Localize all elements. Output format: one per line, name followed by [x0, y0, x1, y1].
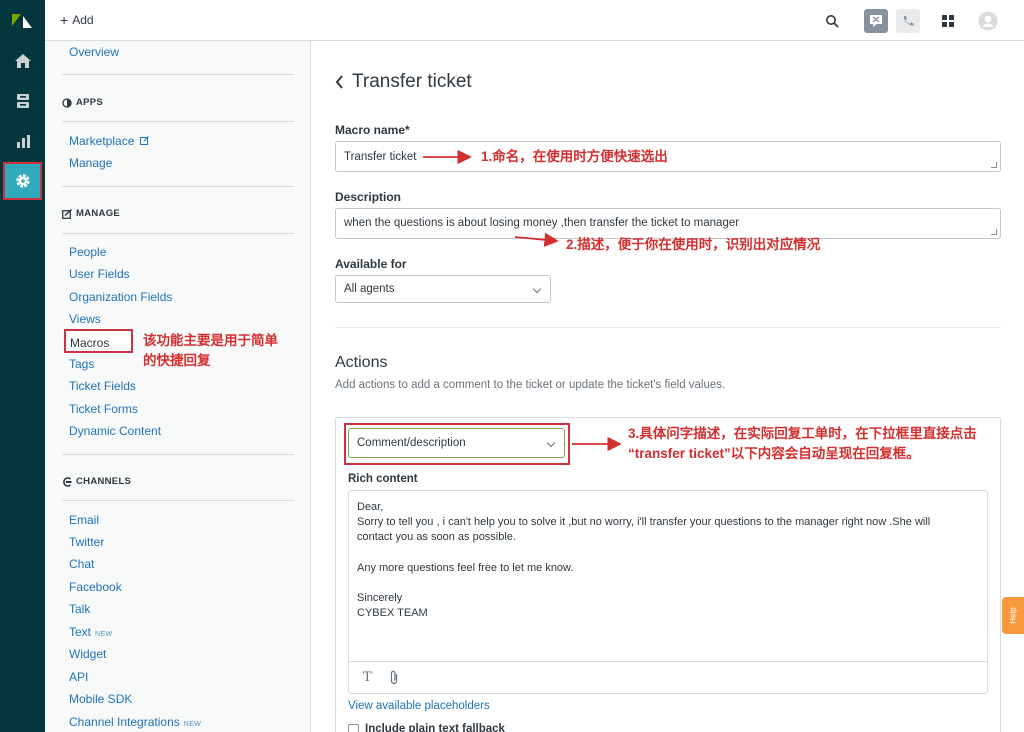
annotation-note-1: 1.命名，在使用时方便快速选出	[481, 149, 668, 164]
annotation-note-2: 2.描述，便于你在使用时，识别出对应情况	[566, 237, 821, 252]
annotation-arrows	[423, 149, 622, 452]
help-label: Help	[1008, 607, 1018, 624]
annotation-arrow-2	[514, 232, 559, 247]
help-tab[interactable]: Help	[1002, 597, 1024, 634]
annotation-note-3: 3.具体问字描述，在实际回复工单时，在下拉框里直接点击 “transfer ti…	[628, 424, 977, 464]
annotation-note-3-line1: 3.具体问字描述，在实际回复工单时，在下拉框里直接点击	[628, 426, 977, 441]
annotation-note-3-line2: “transfer ticket”以下内容会自动呈现在回复框。	[628, 446, 920, 461]
